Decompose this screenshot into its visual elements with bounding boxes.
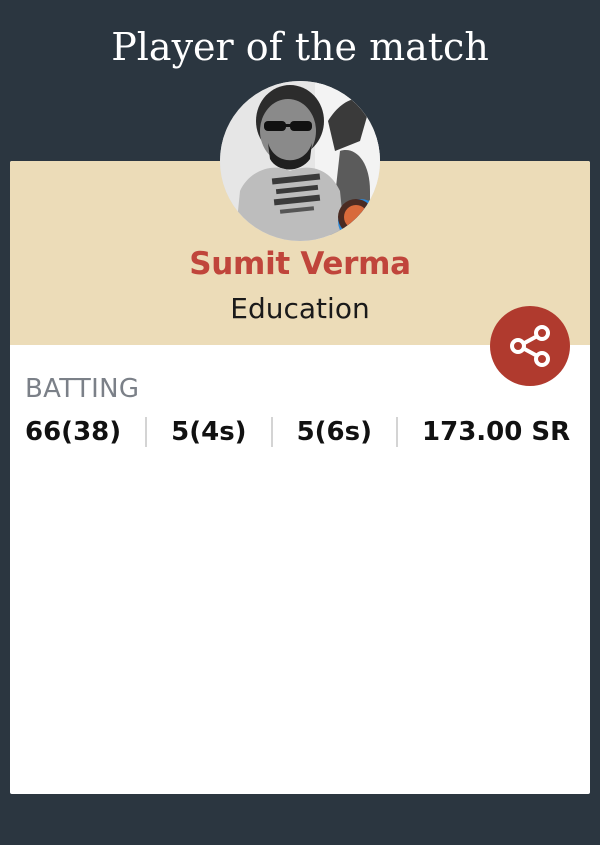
stat-divider (270, 417, 273, 447)
page-title: Player of the match (111, 25, 489, 69)
avatar (220, 81, 380, 241)
player-name: Sumit Verma (189, 246, 411, 282)
runs-balls: 66(38) (25, 417, 122, 447)
fours-count: 5(4s) (171, 417, 247, 447)
stat-divider (145, 417, 148, 447)
strike-rate: 173.00 SR (422, 417, 571, 447)
batting-label: BATTING (25, 374, 140, 404)
stat-divider (396, 417, 399, 447)
share-icon (510, 325, 550, 367)
batting-stats: 66(38) 5(4s) 5(6s) 173.00 SR (25, 414, 570, 450)
share-button[interactable] (490, 306, 570, 386)
sixes-count: 5(6s) (296, 417, 373, 447)
